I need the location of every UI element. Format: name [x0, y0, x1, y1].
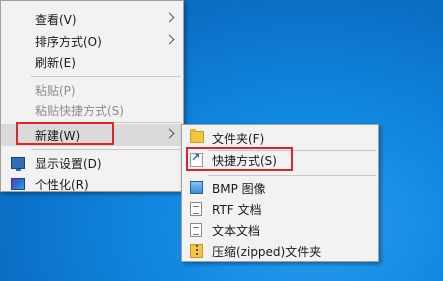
submenu-item-rtf-document[interactable]: RTF 文档 [182, 198, 378, 220]
menu-item-label: 显示设置(D) [35, 156, 102, 171]
submenu-item-label: RTF 文档 [212, 202, 262, 217]
chevron-right-icon [164, 128, 175, 139]
menu-item-refresh[interactable]: 刷新(E) [1, 51, 183, 73]
menu-item-label: 刷新(E) [35, 55, 76, 70]
desktop-context-menu: 查看(V) 排序方式(O) 刷新(E) 粘贴(P) 粘贴快捷方式(S) 新建(W… [0, 0, 184, 192]
menu-item-sort-by[interactable]: 排序方式(O) [1, 30, 183, 52]
menu-item-label: 排序方式(O) [35, 34, 102, 49]
menu-item-label: 个性化(R) [35, 177, 89, 192]
bitmap-image-icon [190, 181, 203, 194]
menu-item-paste: 粘贴(P) [1, 79, 183, 101]
folder-icon [190, 129, 204, 143]
submenu-item-bmp-image[interactable]: BMP 图像 [182, 177, 378, 199]
personalize-icon [11, 178, 25, 190]
menu-separator [31, 76, 181, 77]
zip-folder-icon [190, 244, 203, 258]
menu-item-label: 查看(V) [35, 12, 77, 27]
display-settings-icon [11, 157, 25, 171]
new-submenu: 文件夹(F) 快捷方式(S) BMP 图像 RTF 文档 文本文档 压缩(zip… [181, 124, 379, 262]
menu-item-display-settings[interactable]: 显示设置(D) [1, 152, 183, 174]
rtf-document-icon [190, 202, 202, 216]
menu-separator [31, 149, 181, 150]
menu-separator [208, 175, 376, 176]
submenu-item-label: 文本文档 [212, 223, 261, 238]
menu-item-label: 粘贴(P) [35, 83, 76, 98]
submenu-item-label: 文件夹(F) [212, 131, 265, 146]
submenu-item-label: 压缩(zipped)文件夹 [212, 244, 322, 259]
highlight-box-shortcut [186, 147, 293, 171]
submenu-item-folder[interactable]: 文件夹(F) [182, 127, 378, 149]
chevron-right-icon [164, 34, 175, 45]
submenu-item-text-document[interactable]: 文本文档 [182, 219, 378, 241]
submenu-item-label: BMP 图像 [212, 181, 266, 196]
text-document-icon [190, 223, 202, 237]
highlight-box-new [16, 122, 114, 145]
chevron-right-icon [164, 12, 175, 23]
menu-item-label: 粘贴快捷方式(S) [35, 103, 124, 118]
submenu-item-zip-folder[interactable]: 压缩(zipped)文件夹 [182, 240, 378, 262]
menu-item-paste-shortcut: 粘贴快捷方式(S) [1, 99, 183, 121]
menu-item-view[interactable]: 查看(V) [1, 8, 183, 30]
menu-item-personalize[interactable]: 个性化(R) [1, 173, 183, 195]
